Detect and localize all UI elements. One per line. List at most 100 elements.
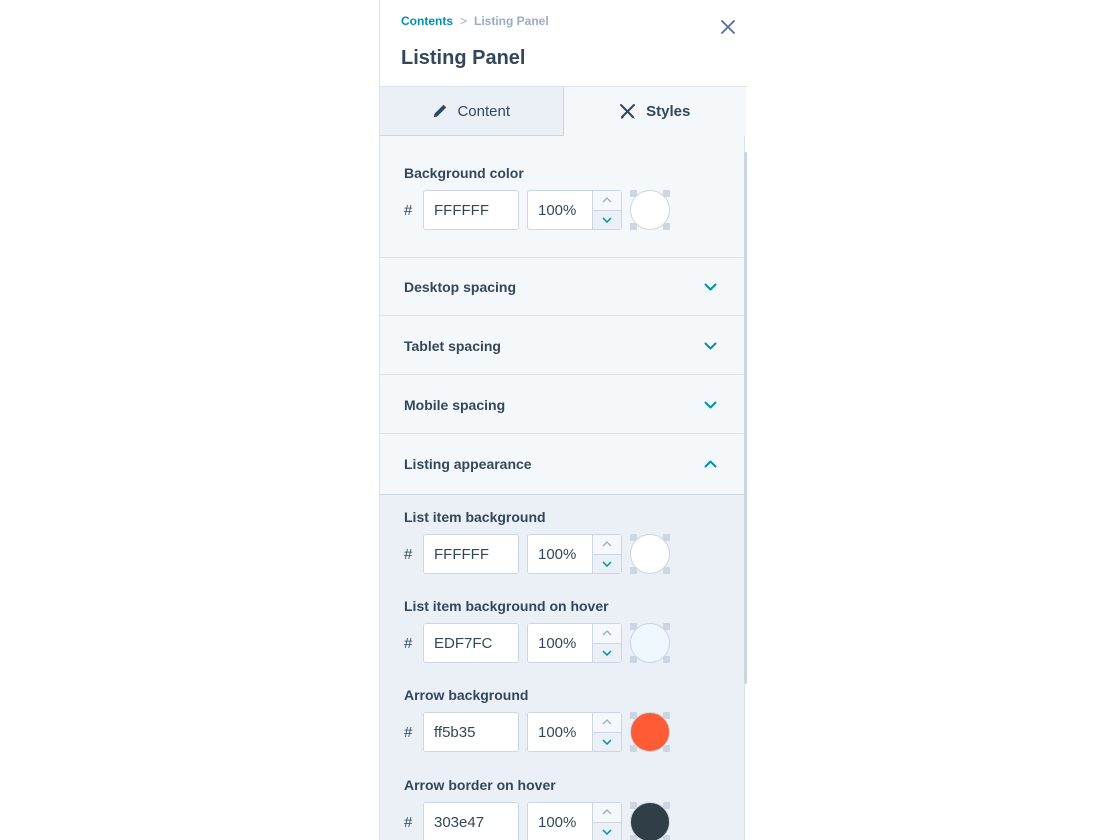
pencil-icon	[434, 104, 447, 118]
background-color-label: Background color	[404, 165, 524, 181]
accordion-label: Tablet spacing	[404, 337, 501, 354]
panel-scrollbar[interactable]	[744, 152, 747, 684]
chevron-down-icon	[602, 561, 612, 567]
color-field-label: List item background	[404, 509, 546, 525]
hex-input[interactable]	[423, 802, 519, 840]
opacity-stepper	[592, 534, 622, 574]
background-opacity-control	[527, 190, 622, 230]
tab-styles[interactable]: Styles	[563, 87, 746, 136]
opacity-control	[527, 534, 622, 574]
opacity-stepper	[592, 712, 622, 752]
background-color-section: Background color #	[380, 136, 744, 258]
background-hex-input[interactable]	[423, 190, 519, 230]
color-preview-circle	[630, 712, 670, 752]
color-preview-circle	[630, 534, 670, 574]
opacity-input[interactable]	[527, 623, 592, 663]
color-swatch[interactable]	[630, 712, 670, 752]
opacity-decrease-button[interactable]	[593, 643, 621, 662]
opacity-input[interactable]	[527, 534, 592, 574]
tab-content[interactable]: Content	[380, 87, 564, 136]
color-swatch[interactable]	[630, 802, 670, 840]
accordion-tablet-spacing[interactable]: Tablet spacing	[380, 317, 744, 375]
color-preview-circle	[630, 802, 670, 840]
opacity-stepper	[592, 623, 622, 663]
opacity-control	[527, 712, 622, 752]
opacity-stepper	[592, 802, 622, 840]
hex-input[interactable]	[423, 712, 519, 752]
breadcrumb-separator: >	[460, 14, 468, 28]
opacity-control	[527, 802, 622, 840]
listing-appearance-content: List item background # FFFFFF 100% List …	[380, 494, 744, 840]
accordion-mobile-spacing[interactable]: Mobile spacing	[380, 376, 744, 434]
background-opacity-stepper	[592, 190, 622, 230]
chevron-down-icon	[602, 739, 612, 745]
opacity-decrease-button[interactable]	[593, 822, 621, 840]
background-color-swatch[interactable]	[630, 190, 670, 230]
chevron-up-icon	[602, 719, 612, 725]
opacity-input[interactable]	[527, 802, 592, 840]
chevron-up-icon	[602, 630, 612, 636]
accordion-label: Desktop spacing	[404, 278, 517, 295]
opacity-increase-button[interactable]	[593, 713, 621, 733]
opacity-increase-button[interactable]	[593, 803, 621, 823]
chevron-down-icon	[704, 342, 717, 349]
chevron-up-icon	[602, 809, 612, 815]
arrow-background-field: Arrow background #	[404, 687, 670, 752]
color-field-label: Arrow background	[404, 687, 529, 703]
close-icon	[721, 20, 735, 34]
tab-content-label: Content	[457, 102, 511, 120]
styles-body: Background color # FFFFFF 100% Desktop s…	[380, 136, 745, 840]
tab-styles-label: Styles	[646, 103, 691, 120]
opacity-increase-button[interactable]	[593, 535, 621, 555]
opacity-decrease-button[interactable]	[593, 554, 621, 573]
accordion-label: Mobile spacing	[404, 396, 506, 413]
color-swatch[interactable]	[630, 623, 670, 663]
opacity-input[interactable]	[527, 712, 592, 752]
list-item-background-field: List item background #	[404, 509, 670, 574]
hash-symbol: #	[404, 723, 413, 741]
color-field-label: List item background on hover	[404, 598, 609, 614]
paint-brush-icon	[620, 103, 636, 119]
chevron-down-icon	[704, 283, 717, 290]
chevron-down-icon	[704, 401, 717, 408]
breadcrumb-contents-link[interactable]: Contents	[401, 14, 453, 28]
chevron-down-icon	[602, 650, 612, 656]
accordion-desktop-spacing[interactable]: Desktop spacing	[380, 258, 744, 316]
color-row: #	[404, 534, 670, 574]
tab-bar: Content Styles	[380, 87, 746, 136]
page-title: Listing Panel	[401, 47, 526, 69]
chevron-up-icon	[602, 541, 612, 547]
color-field-label: Arrow border on hover	[404, 777, 556, 793]
color-preview-circle	[630, 623, 670, 663]
chevron-down-icon	[602, 217, 612, 223]
hash-symbol: #	[404, 201, 413, 219]
listing-panel-sidebar: Contents > Listing Panel Listing Panel C…	[379, 0, 747, 840]
breadcrumb: Contents > Listing Panel	[401, 14, 549, 28]
color-swatch[interactable]	[630, 534, 670, 574]
opacity-increase-button[interactable]	[593, 624, 621, 644]
opacity-decrease-button[interactable]	[593, 732, 621, 751]
background-color-field: Background color #	[404, 165, 670, 230]
chevron-down-icon	[602, 829, 612, 835]
chevron-up-icon	[704, 460, 717, 468]
breadcrumb-current: Listing Panel	[474, 14, 549, 28]
accordion-listing-appearance[interactable]: Listing appearance	[380, 435, 744, 493]
color-preview-circle	[630, 190, 670, 230]
background-opacity-input[interactable]	[527, 190, 592, 230]
hash-symbol: #	[404, 634, 413, 652]
hex-input[interactable]	[423, 534, 519, 574]
opacity-increase-button[interactable]	[593, 191, 621, 211]
close-button[interactable]	[717, 16, 739, 38]
hex-input[interactable]	[423, 623, 519, 663]
arrow-border-hover-field: Arrow border on hover #	[404, 777, 670, 840]
list-item-background-hover-field: List item background on hover #	[404, 598, 670, 663]
hash-symbol: #	[404, 813, 413, 831]
accordion-label: Listing appearance	[404, 456, 532, 472]
opacity-control	[527, 623, 622, 663]
color-row: #	[404, 623, 670, 663]
hash-symbol: #	[404, 545, 413, 563]
opacity-decrease-button[interactable]	[593, 210, 621, 229]
color-row: #	[404, 712, 670, 752]
chevron-up-icon	[602, 197, 612, 203]
color-row: #	[404, 802, 670, 840]
